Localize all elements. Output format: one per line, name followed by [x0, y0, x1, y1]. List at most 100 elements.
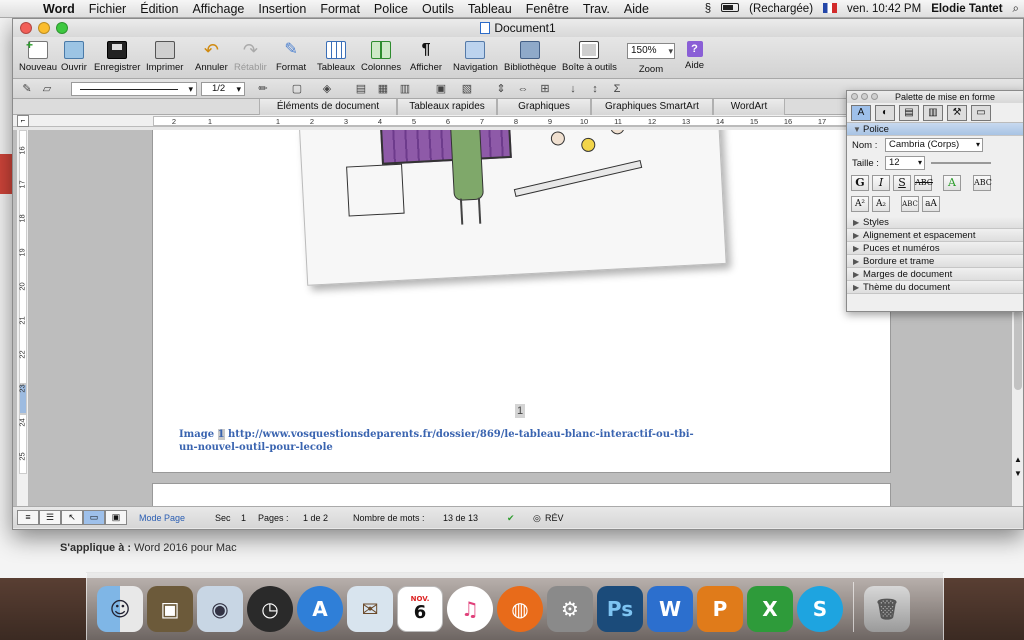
menu-police[interactable]: Police — [367, 2, 415, 16]
redo-button[interactable]: ↷ Rétablir — [234, 39, 267, 73]
dashboard-icon[interactable]: ◷ — [247, 586, 293, 632]
autofit-icon[interactable]: ⊞ — [537, 82, 553, 96]
eraser-icon[interactable]: ▱ — [39, 82, 55, 96]
scroll-up-arrow-icon[interactable]: ▲ — [1012, 454, 1023, 466]
line-style-select[interactable] — [71, 82, 197, 96]
toolbox-button[interactable]: Boîte à outils — [562, 39, 617, 73]
section-theme[interactable]: ▶ Thème du document — [847, 281, 1023, 294]
menu-edition[interactable]: Édition — [133, 2, 185, 16]
menu-trav[interactable]: Trav. — [576, 2, 617, 16]
help-button[interactable]: ? Aide — [685, 39, 704, 71]
menu-fichier[interactable]: Fichier — [82, 2, 134, 16]
track-changes-icon[interactable]: ◎ — [533, 513, 541, 524]
caption-url[interactable]: http://www.vosquestionsdeparents.fr/doss… — [179, 429, 694, 453]
user-name[interactable]: Elodie Tantet — [926, 3, 1007, 15]
underline-button[interactable]: S — [893, 175, 911, 191]
mail-icon[interactable]: ✉ — [347, 586, 393, 632]
menu-insertion[interactable]: Insertion — [251, 2, 313, 16]
border-icon[interactable]: ▢ — [289, 82, 305, 96]
section-margins[interactable]: ▶ Marges de document — [847, 268, 1023, 281]
track-changes-label[interactable]: RÉV — [545, 513, 564, 523]
palette-zoom-button[interactable] — [871, 93, 878, 100]
excel-icon[interactable]: X — [747, 586, 793, 632]
citations-icon[interactable]: ▤ — [899, 105, 919, 121]
format-button[interactable]: ✎ Format — [276, 39, 306, 73]
focus-view-icon[interactable]: ▣ — [105, 510, 127, 525]
section-bullets[interactable]: ▶ Puces et numéros — [847, 242, 1023, 255]
finder-icon[interactable]: ☺ — [97, 586, 143, 632]
battery-status[interactable]: (Rechargée) — [744, 3, 818, 15]
photoshop-icon[interactable]: Ps — [597, 586, 643, 632]
system-preferences-icon[interactable]: ⚙ — [547, 586, 593, 632]
autosum-icon[interactable]: Σ — [609, 82, 625, 96]
distribute-rows-icon[interactable]: ⇕ — [493, 82, 509, 96]
menu-format[interactable]: Format — [313, 2, 367, 16]
columns-button[interactable]: Colonnes — [361, 39, 401, 73]
section-alignment[interactable]: ▶ Alignement et espacement — [847, 229, 1023, 242]
scrapbook-icon[interactable]: ▥ — [923, 105, 943, 121]
undo-button[interactable]: ↶ Annuler — [195, 39, 228, 73]
close-window-button[interactable] — [20, 22, 32, 34]
menu-app-word[interactable]: Word — [36, 2, 82, 16]
line-color-icon[interactable]: ✏ — [255, 82, 271, 96]
powerpoint-icon[interactable]: P — [697, 586, 743, 632]
sort-ascending-icon[interactable]: ↓ — [565, 82, 581, 96]
document-page-2[interactable] — [153, 484, 890, 506]
tab-smartart[interactable]: Graphiques SmartArt — [591, 99, 713, 115]
battery-icon[interactable] — [716, 3, 744, 15]
zoom-select[interactable]: 150% — [627, 43, 675, 59]
menu-affichage[interactable]: Affichage — [185, 2, 251, 16]
highlight-button[interactable]: ABC — [973, 175, 992, 191]
font-color-button[interactable]: A — [943, 175, 961, 191]
tab-selector[interactable]: ⌐ — [17, 115, 29, 127]
tab-wordart[interactable]: WordArt — [713, 99, 785, 115]
scrollbar-thumb[interactable] — [1014, 310, 1022, 390]
split-cells-icon[interactable]: ▧ — [459, 82, 475, 96]
spelling-check-icon[interactable]: ✔ — [507, 513, 515, 524]
formatting-palette-icon[interactable]: A — [851, 105, 871, 121]
menu-fenetre[interactable]: Fenêtre — [519, 2, 576, 16]
save-button[interactable]: Enregistrer — [94, 39, 140, 73]
palette-close-button[interactable] — [851, 93, 858, 100]
tab-charts[interactable]: Graphiques — [497, 99, 591, 115]
input-flag-icon[interactable] — [818, 2, 842, 16]
spotlight-search-icon[interactable]: ⌕ — [1008, 3, 1024, 16]
strikethrough-button[interactable]: ABC — [914, 175, 933, 191]
bold-button[interactable]: G — [851, 175, 869, 191]
minimize-window-button[interactable] — [38, 22, 50, 34]
line-weight-select[interactable]: 1/2 — [201, 82, 245, 96]
calendar-icon[interactable]: NOV. 6 — [397, 586, 443, 632]
word-icon[interactable]: W — [647, 586, 693, 632]
library-button[interactable]: Bibliothèque — [504, 39, 556, 73]
cell-insert-icon[interactable]: ▤ — [353, 82, 369, 96]
palette-minimize-button[interactable] — [861, 93, 868, 100]
change-case-button[interactable]: aA — [922, 196, 940, 212]
photo-icon[interactable]: ▣ — [147, 586, 193, 632]
fill-color-icon[interactable]: ◈ — [319, 82, 335, 96]
scroll-down-arrow-icon[interactable]: ▼ — [1012, 468, 1023, 480]
page-view-icon[interactable]: ▭ — [83, 510, 105, 525]
outline-view-icon[interactable]: ☰ — [39, 510, 61, 525]
font-size-select[interactable]: 12 — [885, 156, 925, 170]
italic-button[interactable]: I — [872, 175, 890, 191]
menu-outils[interactable]: Outils — [415, 2, 461, 16]
clock[interactable]: ven. 10:42 PM — [842, 3, 926, 15]
print-button[interactable]: Imprimer — [146, 39, 183, 73]
subscript-button[interactable]: A₂ — [872, 196, 890, 212]
section-police[interactable]: ▼ Police — [847, 123, 1023, 136]
open-button[interactable]: Ouvrir — [61, 39, 87, 73]
image-caption[interactable]: Image 1 http://www.vosquestionsdeparents… — [179, 428, 699, 454]
reference-tools-icon[interactable]: ⚒ — [947, 105, 967, 121]
show-button[interactable]: ¶ Afficher — [410, 39, 442, 73]
font-size-slider[interactable] — [931, 162, 991, 164]
script-icon[interactable]: § — [700, 3, 716, 15]
tab-quick-tables[interactable]: Tableaux rapides — [397, 99, 497, 115]
sort-descending-icon[interactable]: ↕ — [587, 82, 603, 96]
new-button[interactable]: Nouveau — [19, 38, 57, 73]
skype-icon[interactable]: S — [797, 586, 843, 632]
zoom-control[interactable]: 150% Zoom — [627, 39, 675, 75]
table-grid-icon[interactable]: ▦ — [375, 82, 391, 96]
inserted-cartoon-image[interactable] — [299, 130, 727, 286]
preview-icon[interactable]: ◉ — [197, 586, 243, 632]
tab-document-elements[interactable]: Éléments de document — [259, 99, 397, 115]
